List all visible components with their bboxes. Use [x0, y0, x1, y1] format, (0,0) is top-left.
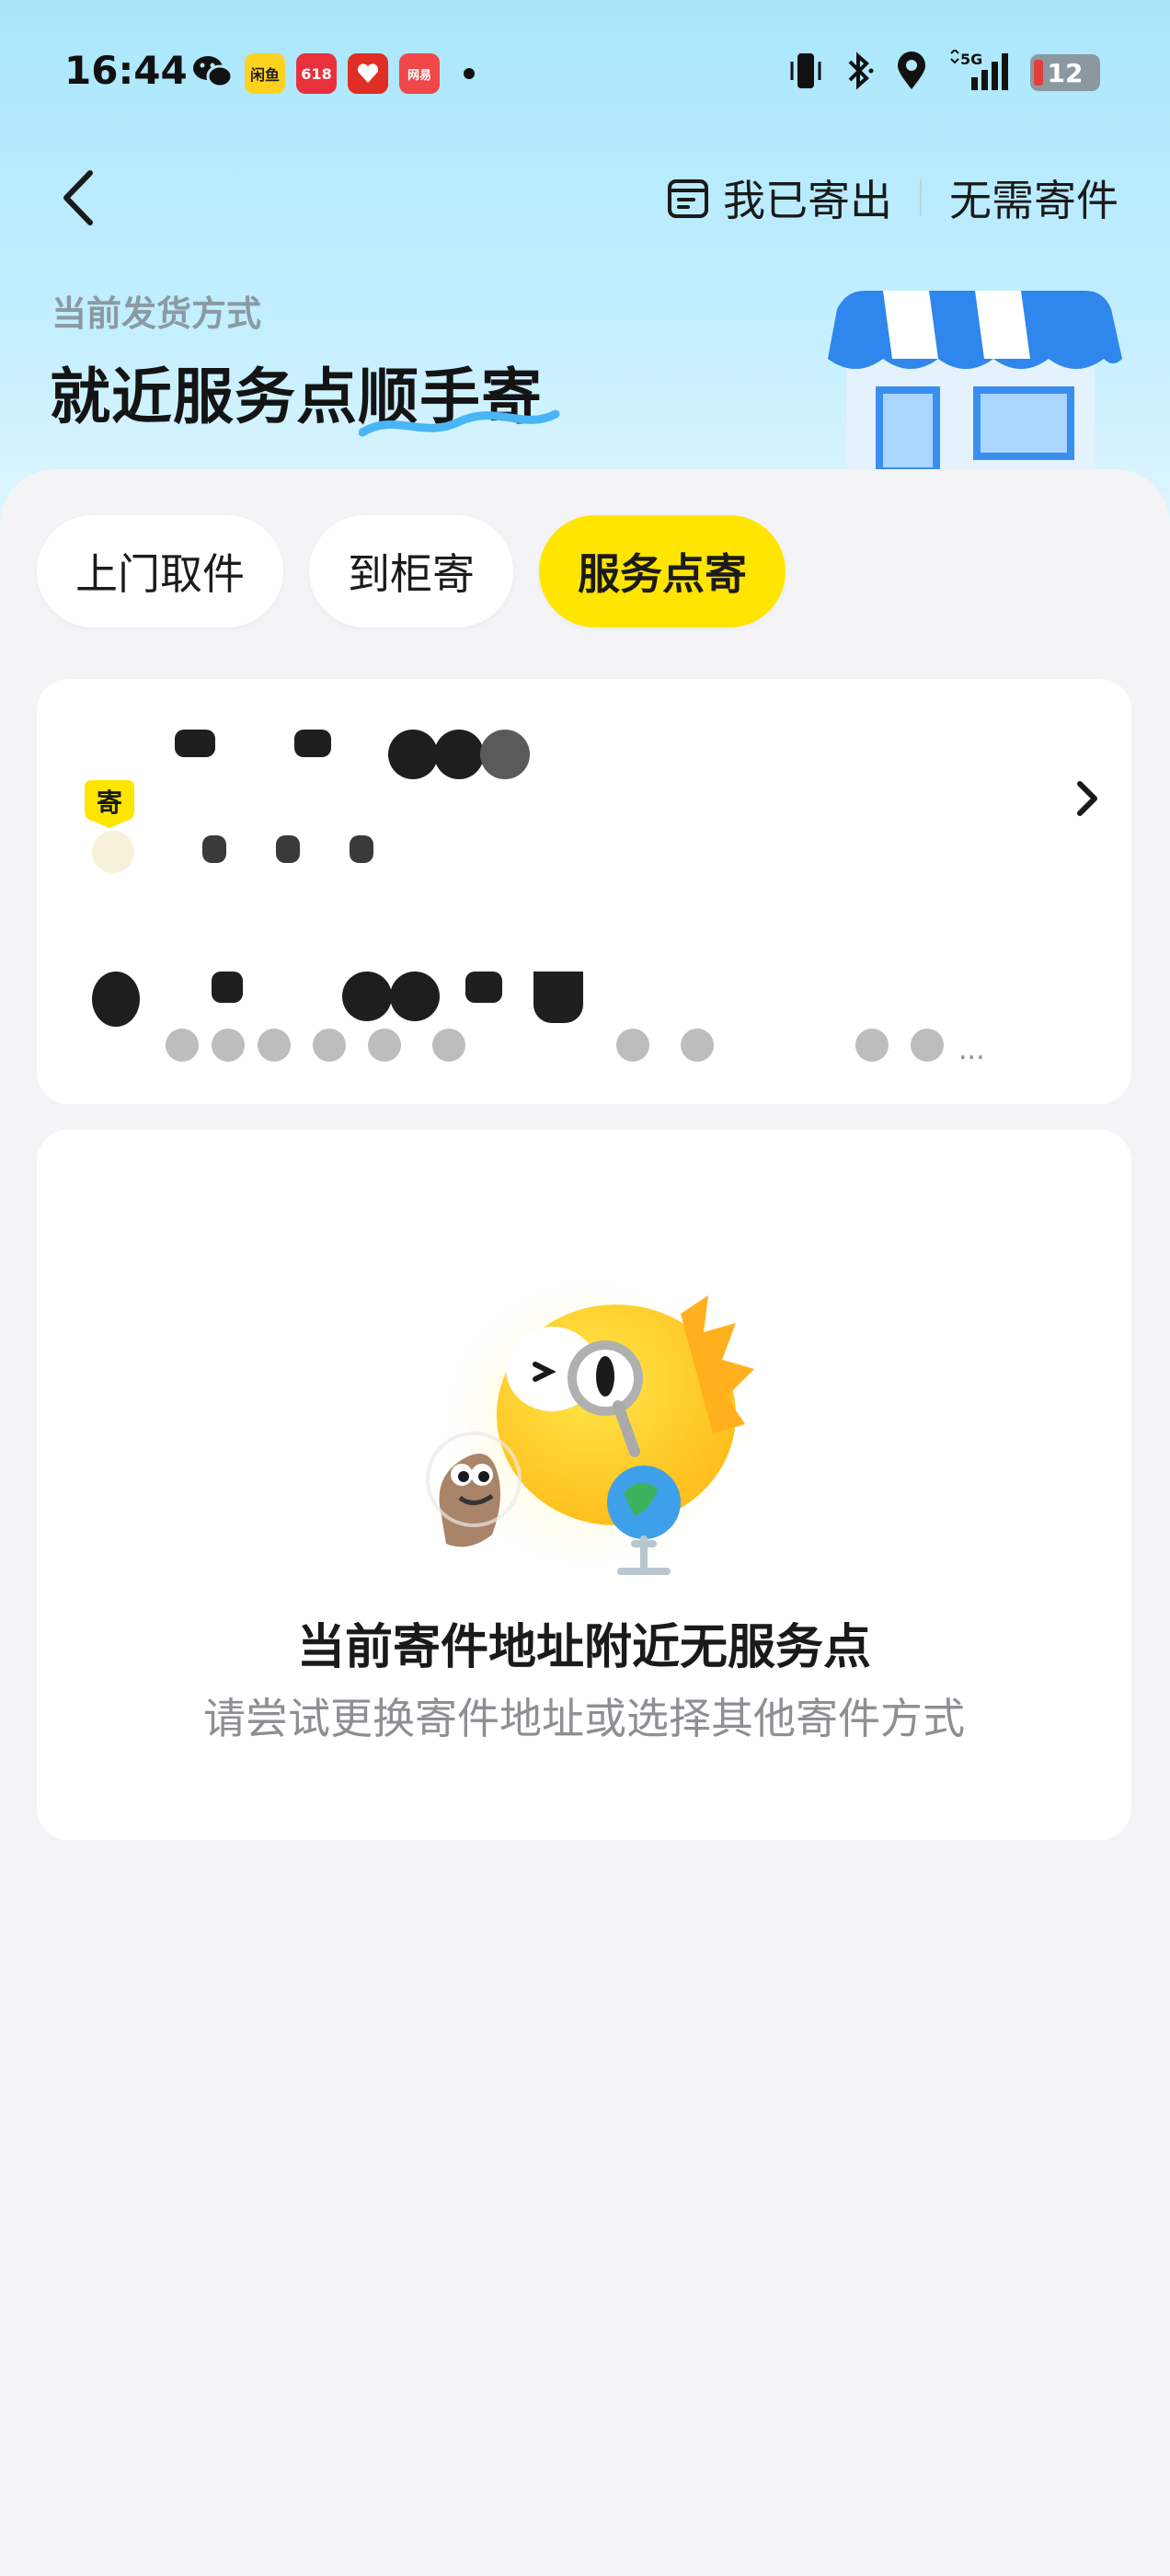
redacted-text [258, 1029, 291, 1062]
bluetooth-icon [843, 51, 876, 95]
chevron-left-icon [63, 170, 93, 225]
redacted-text [166, 1029, 199, 1062]
redacted-text [92, 831, 134, 873]
pinduoduo-icon [348, 53, 388, 94]
redacted-text [465, 972, 502, 1003]
nav-divider [920, 179, 922, 216]
redacted-text [276, 835, 300, 863]
vibrate-icon [787, 51, 824, 95]
current-method-label: 当前发货方式 [52, 293, 262, 334]
send-badge-label: 寄 [97, 788, 122, 818]
battery-icon: 12 [1030, 54, 1100, 91]
app-icon-yellow: 闲鱼 [245, 53, 285, 94]
empty-state-subtitle: 请尝试更换寄件地址或选择其他寄件方式 [203, 1694, 965, 1743]
redacted-text [390, 972, 440, 1021]
tab-service-point[interactable]: 服务点寄 [539, 515, 786, 627]
shipping-method-tabs: 上门取件 到柜寄 服务点寄 [37, 515, 786, 627]
battery-percent: 12 [1047, 57, 1084, 88]
package-icon [668, 179, 708, 218]
send-badge-icon: 寄 [85, 780, 134, 828]
network-label: 5G [960, 51, 982, 68]
redacted-text [202, 835, 226, 863]
sent-button[interactable]: 我已寄出 [666, 167, 892, 228]
signal-5g-icon: 5G [947, 48, 1012, 96]
redacted-text [175, 730, 215, 757]
back-button[interactable] [53, 166, 109, 230]
redacted-text [212, 1029, 245, 1062]
no-send-label: 无需寄件 [949, 176, 1118, 225]
wechat-icon [191, 53, 234, 94]
app-icon-red: 网易 [399, 53, 440, 94]
title-underline-decoration [359, 409, 560, 437]
chevron-right-icon [1069, 771, 1106, 830]
redacted-text [681, 1029, 714, 1062]
redacted-text [855, 1029, 889, 1062]
no-send-button[interactable]: 无需寄件 [949, 167, 1118, 228]
tab-label: 到柜寄 [348, 549, 475, 599]
system-icons: 5G 12 [787, 48, 1100, 96]
status-bar: 16:44 闲鱼 618 网易 5G 12 [0, 0, 1170, 147]
redacted-text [434, 730, 484, 779]
empty-state-title: 当前寄件地址附近无服务点 [296, 1620, 871, 1675]
notification-icons: 闲鱼 618 网易 [191, 53, 475, 94]
empty-state-card: 当前寄件地址附近无服务点 请尝试更换寄件地址或选择其他寄件方式 [37, 1130, 1131, 1840]
redacted-text [368, 1029, 401, 1062]
redacted-text [342, 972, 392, 1021]
tab-label: 上门取件 [75, 549, 245, 599]
redacted-text [911, 1029, 944, 1062]
redacted-text [616, 1029, 649, 1062]
location-icon [894, 51, 929, 95]
redacted-text [313, 1029, 346, 1062]
redacted-text [480, 730, 530, 779]
redacted-text [92, 972, 140, 1027]
redacted-text [294, 730, 331, 757]
battery-level [1034, 60, 1043, 86]
redacted-text [212, 972, 243, 1003]
redacted-text [388, 730, 438, 779]
redacted-text [350, 835, 373, 863]
tab-locker[interactable]: 到柜寄 [309, 515, 513, 627]
truncated-ellipsis: ... [958, 1034, 985, 1066]
app-icon-label: 网易 [407, 68, 431, 83]
tab-home-pickup[interactable]: 上门取件 [37, 515, 283, 627]
sender-address-card[interactable]: 寄 ... [37, 679, 1131, 1104]
more-notifications-dot [464, 68, 475, 79]
status-time: 16:44 [64, 48, 188, 93]
app-icon-618: 618 [296, 53, 337, 94]
mascot-illustration [414, 1268, 763, 1599]
sent-label: 我已寄出 [723, 176, 892, 225]
app-icon-label: 618 [301, 64, 332, 83]
tab-label: 服务点寄 [578, 549, 747, 599]
nav-actions: 我已寄出 无需寄件 [666, 166, 1118, 230]
redacted-text [432, 1029, 465, 1062]
storefront-illustration [828, 291, 1122, 478]
app-icon-label: 闲鱼 [249, 66, 280, 84]
redacted-text [533, 972, 583, 1023]
